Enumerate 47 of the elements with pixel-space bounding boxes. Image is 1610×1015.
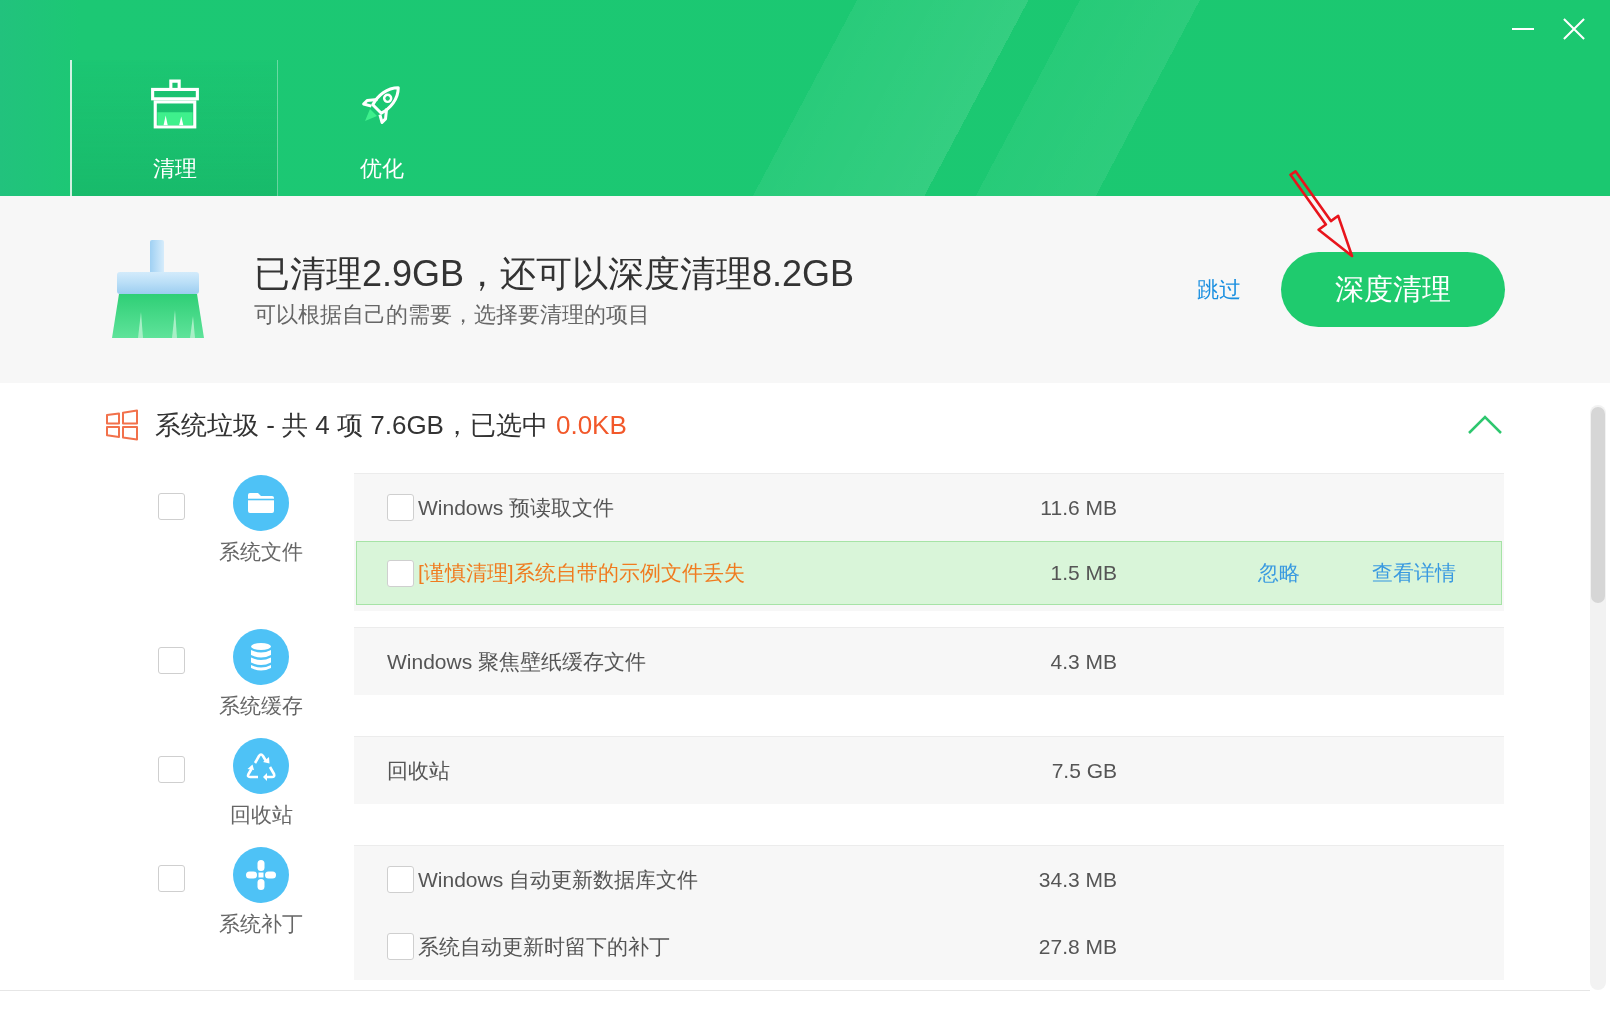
close-icon: [1563, 18, 1585, 40]
item-size: 27.8 MB: [1037, 934, 1117, 959]
item-name: Windows 自动更新数据库文件: [418, 866, 699, 893]
action-link[interactable]: 查看详情: [1372, 559, 1456, 587]
item-size: 34.3 MB: [1037, 867, 1117, 892]
item-name: Windows 聚焦壁纸缓存文件: [387, 648, 647, 675]
grid-icon: [105, 409, 139, 441]
deep-clean-button[interactable]: 深度清理: [1281, 252, 1505, 327]
item-size: 11.6 MB: [1039, 495, 1117, 520]
item-name: 系统自动更新时留下的补丁: [418, 933, 670, 960]
checkbox[interactable]: [158, 647, 185, 674]
group-label: 系统缓存: [219, 693, 303, 719]
summary-title: 已清理2.9GB，还可以深度清理8.2GB: [254, 251, 856, 296]
tab[interactable]: 优化: [278, 60, 486, 196]
group-label: 系统文件: [219, 539, 303, 565]
checkbox[interactable]: [387, 494, 414, 521]
group-label: 系统补丁: [219, 911, 303, 937]
collapse-button[interactable]: [1467, 415, 1503, 435]
category-title: 系统垃圾 - 共 4 项 7.6GB，已选中: [155, 408, 548, 442]
item-size: 7.5 GB: [1050, 758, 1117, 783]
item-size: 1.5 MB: [1049, 561, 1117, 585]
group-label: 回收站: [229, 802, 293, 828]
recycle-icon: [233, 738, 289, 794]
item-size: 4.3 MB: [1049, 649, 1117, 674]
checkbox[interactable]: [387, 559, 414, 587]
checkbox[interactable]: [158, 493, 185, 520]
database-icon: [233, 629, 289, 685]
selected-size: 0.0KB: [555, 409, 627, 441]
broom-icon: [110, 239, 206, 340]
checkbox[interactable]: [387, 933, 414, 960]
pointer-arrow-icon: [1288, 169, 1354, 259]
checkbox[interactable]: [158, 865, 185, 892]
skip-link[interactable]: 跳过: [1197, 274, 1241, 305]
scrollbar-thumb[interactable]: [1591, 407, 1605, 603]
broom-icon: [148, 78, 201, 130]
plus-icon: [233, 847, 289, 903]
item-name: [谨慎清理]系统自带的示例文件丢失: [418, 560, 745, 586]
checkbox[interactable]: [158, 756, 185, 783]
folder-icon: [233, 475, 289, 531]
chevron-icon: [1467, 415, 1503, 435]
item-name: 回收站: [387, 757, 450, 784]
tab[interactable]: 清理: [70, 60, 278, 196]
item-name: Windows 预读取文件: [418, 494, 615, 521]
checkbox[interactable]: [387, 866, 414, 893]
action-link[interactable]: 忽略: [1258, 559, 1300, 587]
summary-subtitle: 可以根据自己的需要，选择要清理的项目: [254, 300, 651, 329]
minimize-icon: [1512, 28, 1534, 30]
